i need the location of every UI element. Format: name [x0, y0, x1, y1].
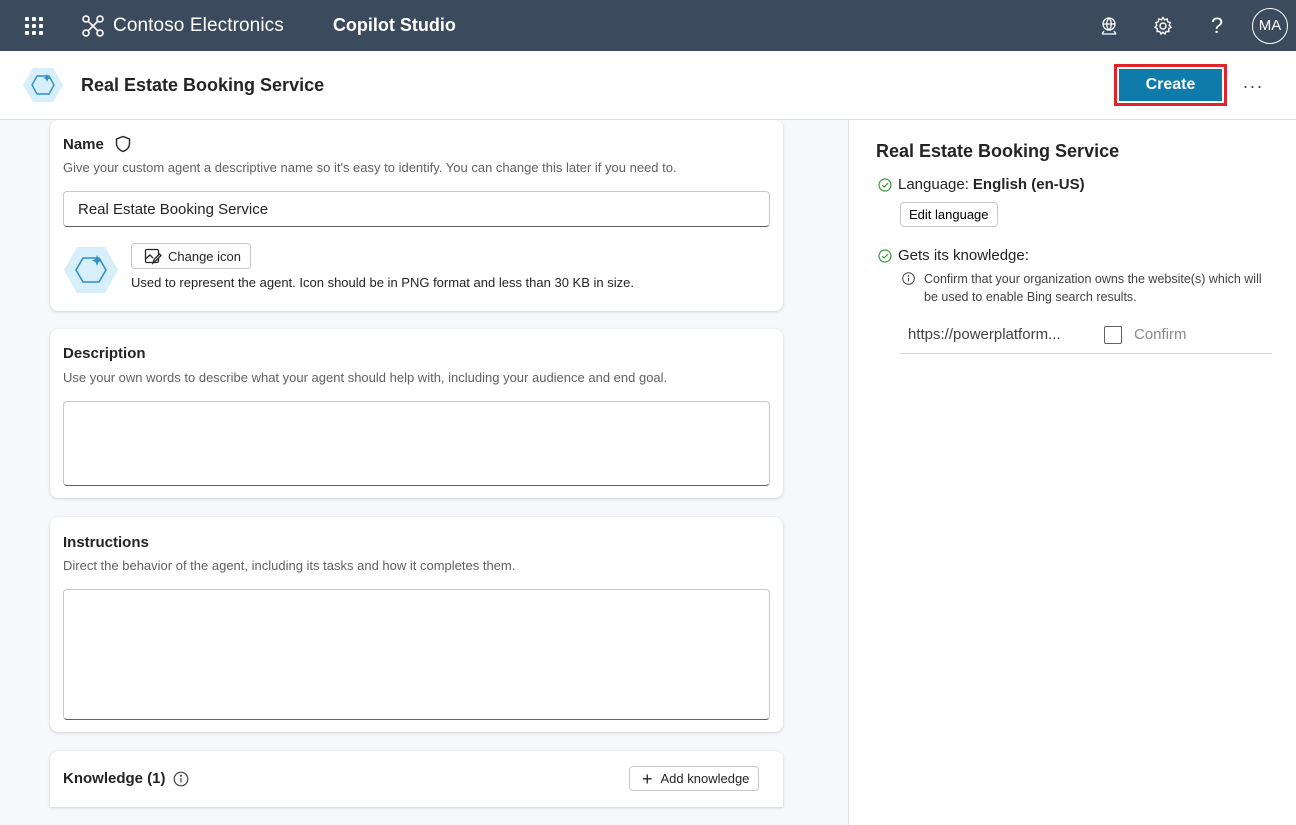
more-options-icon[interactable]: ···	[1240, 73, 1266, 99]
help-glyph: ?	[1210, 12, 1224, 38]
help-icon[interactable]: ?	[1190, 0, 1244, 51]
confirm-checkbox[interactable]	[1104, 325, 1122, 344]
org-name: Contoso Electronics	[113, 14, 284, 36]
check-circle-icon	[878, 177, 892, 192]
description-subtitle: Use your own words to describe what your…	[63, 370, 668, 385]
instructions-textarea[interactable]	[63, 589, 770, 720]
change-icon-button[interactable]: Change icon	[131, 243, 251, 269]
edit-language-button[interactable]: Edit language	[900, 202, 998, 227]
description-title: Description	[63, 345, 146, 362]
icon-note: Used to represent the agent. Icon should…	[131, 275, 634, 290]
website-url: https://powerplatform...	[908, 326, 1061, 343]
check-circle-icon	[878, 248, 892, 263]
language-value: English (en-US)	[972, 176, 1085, 193]
knowledge-row: Gets its knowledge:	[878, 247, 1029, 264]
instructions-card: Instructions Direct the behavior of the …	[50, 517, 783, 732]
language-row: Language: English (en-US)	[878, 176, 1085, 193]
knowledge-title: Knowledge (1)	[63, 770, 166, 787]
settings-gear-icon[interactable]	[1136, 0, 1190, 51]
contoso-logo-icon	[82, 14, 104, 37]
info-icon[interactable]	[173, 771, 189, 787]
language-label: Language:	[898, 176, 969, 193]
agent-header: Real Estate Booking Service Create ···	[0, 51, 1296, 120]
summary-title: Real Estate Booking Service	[876, 141, 1120, 161]
confirm-note-text: Confirm that your organization owns the …	[924, 272, 1262, 304]
name-card: Name Give your custom agent a descriptiv…	[50, 120, 783, 311]
agent-title: Real Estate Booking Service	[81, 74, 325, 95]
instructions-title: Instructions	[63, 534, 149, 551]
confirm-label[interactable]: Confirm	[1134, 326, 1187, 343]
top-nav-bar: Contoso Electronics Copilot Studio ? MA	[0, 0, 1296, 51]
instructions-subtitle: Direct the behavior of the agent, includ…	[63, 558, 516, 573]
shield-icon	[115, 135, 131, 153]
create-button-highlight: Create	[1114, 64, 1227, 106]
create-button[interactable]: Create	[1119, 69, 1222, 101]
name-title: Name	[63, 135, 104, 153]
environment-icon[interactable]	[1082, 0, 1136, 51]
product-name[interactable]: Copilot Studio	[333, 15, 456, 36]
description-textarea[interactable]	[63, 401, 770, 486]
agent-form: Name Give your custom agent a descriptiv…	[0, 120, 848, 825]
name-input[interactable]: Real Estate Booking Service	[63, 191, 770, 227]
knowledge-card: Knowledge (1) + Add knowledge	[50, 751, 783, 807]
org-brand[interactable]: Contoso Electronics	[81, 14, 284, 38]
app-launcher-icon[interactable]	[0, 0, 67, 51]
name-title-row: Name	[63, 135, 132, 153]
knowledge-label: Gets its knowledge:	[898, 247, 1029, 264]
plus-icon: +	[642, 768, 653, 789]
website-row: https://powerplatform... Confirm	[900, 316, 1272, 354]
name-subtitle: Give your custom agent a descriptive nam…	[63, 160, 677, 175]
image-edit-icon	[144, 248, 162, 265]
add-knowledge-label: Add knowledge	[660, 771, 750, 786]
add-knowledge-button[interactable]: + Add knowledge	[629, 766, 760, 791]
info-icon	[902, 272, 915, 285]
agent-summary-panel: Real Estate Booking Service Language: En…	[848, 120, 1296, 825]
agent-hexagon-icon	[23, 68, 63, 102]
description-card: Description Use your own words to descri…	[50, 329, 783, 498]
knowledge-title-row: Knowledge (1)	[63, 770, 189, 787]
change-icon-label: Change icon	[168, 248, 241, 264]
user-avatar[interactable]: MA	[1252, 7, 1288, 44]
confirm-note: Confirm that your organization owns the …	[902, 270, 1272, 306]
agent-hexagon-icon	[64, 247, 118, 293]
